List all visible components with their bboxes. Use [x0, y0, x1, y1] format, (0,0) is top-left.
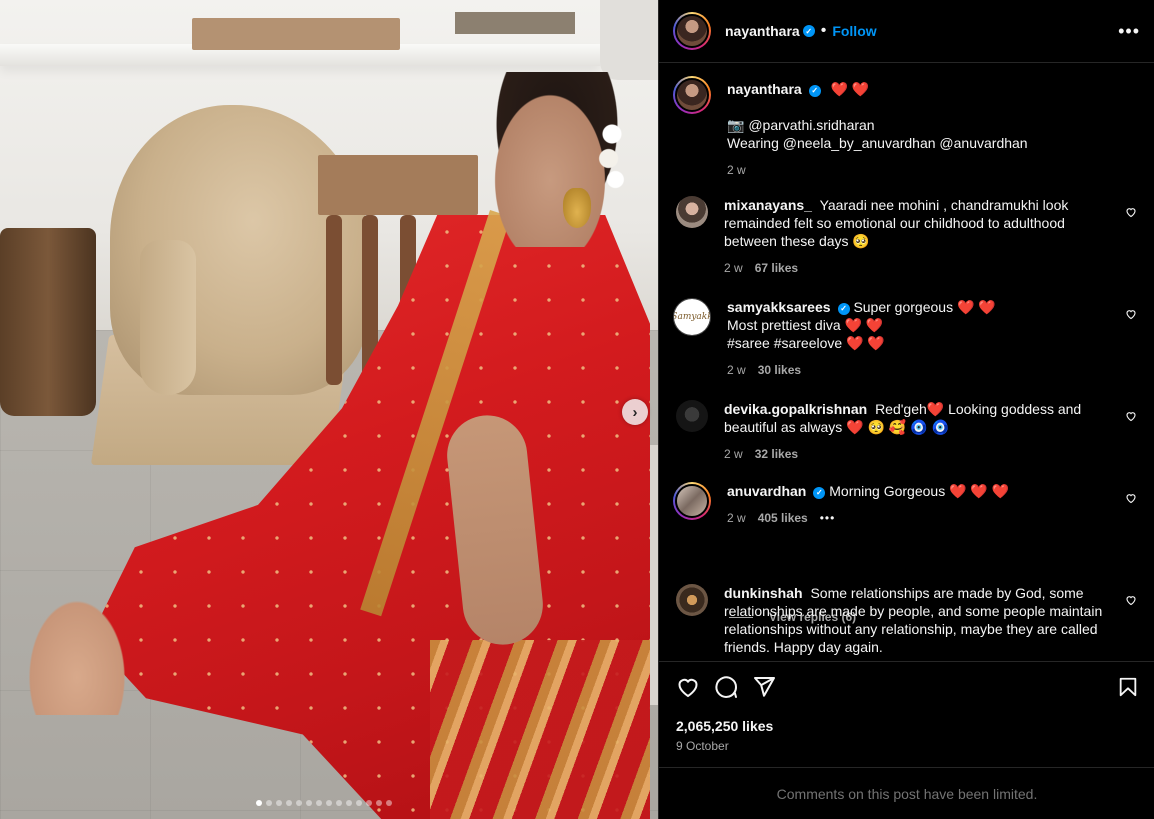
decor-stand: [455, 12, 575, 34]
verified-badge-icon: ✓: [837, 303, 850, 315]
heart-icon[interactable]: [1125, 308, 1137, 320]
comment-username[interactable]: mixanayans_: [724, 197, 812, 213]
avatar[interactable]: [673, 482, 711, 520]
caption-username[interactable]: nayanthara: [727, 81, 802, 97]
author-username[interactable]: nayanthara: [725, 23, 800, 39]
avatar[interactable]: [676, 584, 708, 616]
carousel-dot: [296, 800, 302, 806]
verified-badge-icon: ✓: [802, 25, 815, 37]
comment-likes[interactable]: 30 likes: [758, 361, 801, 379]
caption-wearing: Wearing @neela_by_anuvardhan @anuvardhan: [727, 135, 1028, 151]
wooden-tray: [192, 18, 400, 50]
separator: •: [820, 22, 827, 39]
comment-time[interactable]: 2 w: [727, 361, 746, 379]
caption: nayanthara ✓ ❤️ ❤️ 📷 @parvathi.sridharan …: [673, 76, 1141, 179]
comment-time[interactable]: 2 w: [727, 509, 746, 527]
avatar[interactable]: [673, 76, 711, 114]
comment-username[interactable]: anuvardhan: [727, 483, 806, 499]
heart-icon[interactable]: [1125, 594, 1137, 606]
carousel-dot: [386, 800, 392, 806]
carousel-dot: [356, 800, 362, 806]
carousel-dot: [316, 800, 322, 806]
comment-likes[interactable]: 67 likes: [755, 259, 798, 277]
comments-list[interactable]: nayanthara ✓ ❤️ ❤️ 📷 @parvathi.sridharan …: [659, 64, 1154, 660]
verified-badge-icon: ✓: [813, 487, 826, 499]
comment-time[interactable]: 2 w: [724, 445, 743, 463]
avatar[interactable]: [673, 12, 711, 50]
comment-item: dunkinshah Some relationships are made b…: [673, 584, 1141, 656]
heart-icon[interactable]: [676, 675, 700, 699]
avatar[interactable]: Samyakk: [673, 298, 711, 336]
carousel-dot: [286, 800, 292, 806]
carousel-dot: [336, 800, 342, 806]
carousel-next-button[interactable]: ›: [622, 399, 648, 425]
comment-time[interactable]: 2 w: [724, 259, 743, 277]
carousel-dot: [306, 800, 312, 806]
comment-item: devika.gopalkrishnan Red'geh❤️ Looking g…: [673, 400, 1141, 463]
post-side-panel: nayanthara ✓ • Follow ••• nayanthara ✓ ❤️…: [658, 0, 1154, 819]
caption-time[interactable]: 2 w: [727, 161, 746, 179]
heart-icon[interactable]: [1125, 410, 1137, 422]
feet: [22, 590, 132, 715]
carousel-dot: [266, 800, 272, 806]
comment-item: anuvardhan ✓ Morning Gorgeous ❤️ ❤️ ❤️ 2 …: [673, 482, 1141, 527]
comment-item: mixanayans_ Yaaradi nee mohini , chandra…: [673, 196, 1141, 277]
likes-count[interactable]: 2,065,250 likes: [673, 718, 1141, 734]
carousel-dot: [326, 800, 332, 806]
caption-credit: 📷 @parvathi.sridharan: [727, 117, 875, 133]
more-options-icon[interactable]: •••: [1118, 21, 1140, 42]
bookmark-icon[interactable]: [1117, 676, 1139, 698]
post-actions: 2,065,250 likes 9 October: [659, 661, 1154, 753]
heart-icon[interactable]: [1125, 492, 1137, 504]
hair-flowers: [595, 120, 629, 190]
comment-username[interactable]: samyakksarees: [727, 299, 831, 315]
follow-button[interactable]: Follow: [832, 23, 876, 39]
comment-username[interactable]: devika.gopalkrishnan: [724, 401, 867, 417]
comment-username[interactable]: dunkinshah: [724, 585, 803, 601]
verified-badge-icon: ✓: [808, 85, 821, 97]
heart-icon[interactable]: [1125, 206, 1137, 218]
comment-item: Samyakk samyakksarees✓ Super gorgeous ❤️…: [673, 298, 1141, 379]
comment-icon[interactable]: [714, 675, 738, 699]
avatar[interactable]: [676, 400, 708, 432]
share-icon[interactable]: [752, 675, 776, 699]
saree-pallu: [430, 640, 650, 819]
elephant-trunk: [140, 240, 196, 395]
gold-earring: [563, 188, 591, 228]
wooden-pot: [0, 228, 96, 416]
comment-likes[interactable]: 32 likes: [755, 445, 798, 463]
caption-hearts: ❤️ ❤️: [830, 81, 870, 97]
post-header: nayanthara ✓ • Follow •••: [659, 0, 1154, 63]
carousel-dot: [376, 800, 382, 806]
comment-options-icon[interactable]: •••: [820, 509, 836, 527]
carousel-dot: [276, 800, 282, 806]
cushion: [600, 0, 658, 80]
comment-text: Morning Gorgeous ❤️ ❤️ ❤️: [829, 483, 1010, 499]
post-date[interactable]: 9 October: [673, 739, 1141, 753]
comments-limited-notice: Comments on this post have been limited.: [659, 767, 1154, 819]
carousel-dot: [346, 800, 352, 806]
carousel-indicator: [256, 800, 392, 806]
avatar[interactable]: [676, 196, 708, 228]
carousel-dot: [256, 800, 262, 806]
carousel-dot: [366, 800, 372, 806]
chevron-right-icon: ›: [632, 403, 638, 421]
comment-likes[interactable]: 405 likes: [758, 509, 808, 527]
post-image[interactable]: ›: [0, 0, 658, 819]
